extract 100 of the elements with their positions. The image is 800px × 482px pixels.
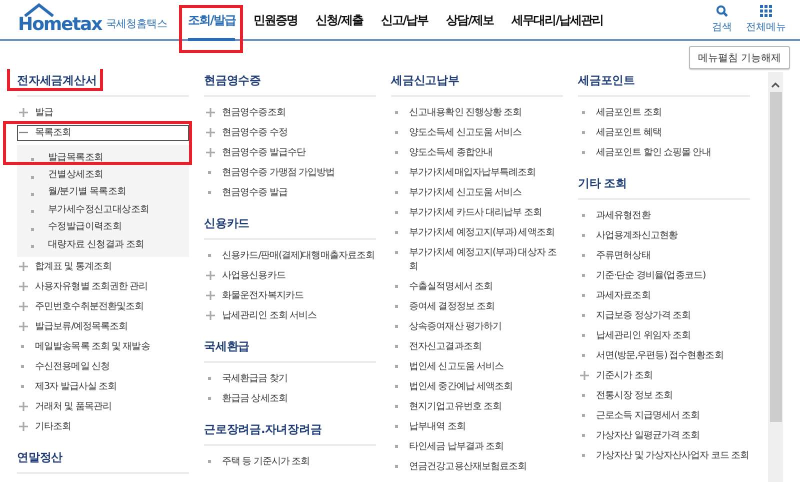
menu-item[interactable]: 세금포인트 할인 쇼핑몰 안내 (578, 143, 750, 163)
menu-item[interactable]: 현금영수증 수정 (204, 123, 376, 143)
menu-item[interactable]: 과세유형전환 (578, 206, 750, 226)
plus-icon (206, 311, 215, 320)
scrollbar[interactable] (768, 72, 783, 482)
plus-icon (206, 108, 215, 117)
nav-tab[interactable]: 상담/제보 (446, 0, 494, 41)
menu-item[interactable]: 화물운전자복지카드 (204, 286, 376, 306)
menu-item[interactable]: 부가가치세 예정고지(부과) 세액조회 (391, 223, 563, 243)
menu-item[interactable]: 발급보류/예정목록조회 (17, 317, 189, 338)
menu-item[interactable]: 제3자 발급사실 조회 (17, 377, 189, 398)
menu-item[interactable]: 메일발송목록 조회 및 재발송 (17, 337, 189, 358)
menu-item[interactable]: 연금건강고용산재보험료조회 (391, 457, 563, 477)
menu-item[interactable]: 현금영수증 발급수단 (204, 143, 376, 163)
bullet-icon (582, 414, 586, 418)
menu-item[interactable]: 부가가치세매입자납부특례조회 (391, 163, 563, 183)
bullet-icon (582, 234, 586, 238)
menu-item[interactable]: 법인세 신고도움 서비스 (391, 357, 563, 377)
menu-item[interactable]: 납부내역 조회 (391, 417, 563, 437)
menu-item[interactable]: 타인세금 납부결과 조회 (391, 437, 563, 457)
bullet-icon (21, 345, 25, 350)
menu-item[interactable]: 신용카드/판매(결제)대행매출자료조회 (204, 246, 376, 266)
bullet-icon (31, 228, 35, 232)
nav-tab[interactable]: 조회/발급 (188, 0, 236, 41)
menu-item[interactable]: 상속증여재산 평가하기 (391, 317, 563, 337)
menu-item[interactable]: 전자신고결과조회 (391, 337, 563, 357)
menu-item[interactable]: 납세관리인 조회 서비스 (204, 306, 376, 326)
plus-icon (19, 322, 28, 332)
menu-item[interactable]: 합계표 및 통계조회 (17, 257, 189, 278)
menu-item[interactable]: 납세관리인 위임자 조회 (578, 326, 750, 346)
logo-wordmark[interactable]: Hometax (18, 8, 102, 35)
bullet-icon (582, 314, 586, 318)
bullet-icon (208, 460, 212, 464)
menu-item[interactable]: 가상자산 일평균가격 조회 (578, 426, 750, 446)
menu-item[interactable]: 주류면허상태 (578, 246, 750, 266)
submenu-item[interactable]: 발급목록조회 (29, 149, 189, 166)
all-menu-button[interactable]: 전체메뉴 (746, 5, 786, 34)
bullet-icon (208, 254, 212, 258)
nav-tab[interactable]: 신고/납부 (380, 0, 428, 41)
menu-item[interactable]: 주민번호수취분전환및조회 (17, 297, 189, 318)
menu-item[interactable]: 수신전용메일 신청 (17, 357, 189, 378)
menu-item[interactable]: 과세자료조회 (578, 286, 750, 306)
menu-item[interactable]: 전통시장 정보 조회 (578, 386, 750, 406)
nav-tab[interactable]: 세무대리/납세관리 (512, 0, 603, 41)
search-icon (716, 5, 728, 17)
bullet-icon (582, 274, 586, 278)
house-roof-icon (24, 3, 54, 17)
search-button[interactable]: 검색 (712, 5, 732, 34)
bullet-icon (395, 131, 399, 135)
bullet-icon (582, 434, 586, 438)
menu-item[interactable]: 지급보증 정상가격 조회 (578, 306, 750, 326)
nav-tab[interactable]: 민원증명 (253, 0, 298, 41)
menu-item[interactable]: 현금영수증조회 (204, 103, 376, 123)
menu-item[interactable]: 양도소득세 종합안내 (391, 143, 563, 163)
submenu-item[interactable]: 부가세수정신고대상조회 (29, 201, 189, 218)
menu-item[interactable]: 기타조회 (17, 417, 189, 438)
menu-item[interactable]: 발급 (17, 103, 189, 123)
plus-icon (206, 128, 215, 137)
bullet-icon (582, 111, 586, 115)
menu-item[interactable]: 세금포인트 조회 (578, 103, 750, 123)
menu-item[interactable]: 부가가치세 카드사 대리납부 조회 (391, 203, 563, 223)
bullet-icon (208, 191, 212, 195)
menu-item[interactable]: 거래처 및 품목관리 (17, 397, 189, 418)
submenu-item[interactable]: 월/분기별 목록조회 (29, 184, 189, 202)
menu-item[interactable]: 현금영수증 발급 (204, 183, 376, 203)
menu-item[interactable]: 현지기업고유번호 조회 (391, 397, 563, 417)
menu-item[interactable]: 주택 등 기준시가 조회 (204, 452, 376, 472)
section-heading: 국세환급 (204, 335, 376, 363)
menu-item[interactable]: 부가가치세 예정고지(부과) 대상자 조회 (391, 243, 563, 277)
collapse-toggle-button[interactable]: 메뉴펼침 기능해제 (688, 46, 790, 69)
section-heading: 근로장려금.자녀장려금 (204, 418, 376, 446)
menu-item[interactable]: 환급금 상세조회 (204, 389, 376, 409)
bullet-icon (395, 405, 399, 409)
submenu-item[interactable]: 건별상세조회 (29, 166, 189, 184)
menu-item[interactable]: 부가가치세 신고도움 서비스 (391, 183, 563, 203)
menu-item[interactable]: 증여세 결정정보 조회 (391, 297, 563, 317)
nav-tab[interactable]: 신청/제출 (315, 0, 363, 41)
menu-item[interactable]: 국세환급금 찾기 (204, 369, 376, 389)
submenu-item[interactable]: 대량자료 신청결과 조회 (29, 236, 189, 254)
plus-icon (206, 291, 215, 300)
menu-item[interactable]: 사업용신용카드 (204, 266, 376, 286)
menu-item[interactable]: 근로소득 지급명세서 조회 (578, 406, 750, 426)
menu-item[interactable]: 기준·단순 경비율(업종코드) (578, 266, 750, 286)
menu-item[interactable]: 세금포인트 혜택 (578, 123, 750, 143)
menu-item[interactable]: 사업용계좌신고현황 (578, 226, 750, 246)
menu-item[interactable]: 신고내용확인 진행상황 조회 (391, 103, 563, 123)
menu-item[interactable]: 양도소득세 신고도움 서비스 (391, 123, 563, 143)
menu-item[interactable]: 목록조회 (17, 125, 189, 141)
menu-item[interactable]: 기준시가 조회 (578, 366, 750, 386)
menu-item[interactable]: 사용자유형별 조회권한 관리 (17, 277, 189, 298)
menu-item[interactable]: 수출실적명세서 조회 (391, 277, 563, 297)
submenu-item[interactable]: 수정발급이력조회 (29, 218, 189, 236)
bullet-icon (395, 151, 399, 155)
plus-icon (580, 371, 589, 380)
menu-item[interactable]: 서면(방문,우편등) 접수현황조회 (578, 346, 750, 366)
bullet-icon (582, 254, 586, 258)
menu-item[interactable]: 법인세 중간예납 세액조회 (391, 377, 563, 397)
bullet-icon (395, 365, 399, 369)
menu-item[interactable]: 가상자산 및 가상자산사업자 코드 조회 (578, 446, 750, 466)
menu-item[interactable]: 현금영수증 가맹점 가입방법 (204, 163, 376, 183)
